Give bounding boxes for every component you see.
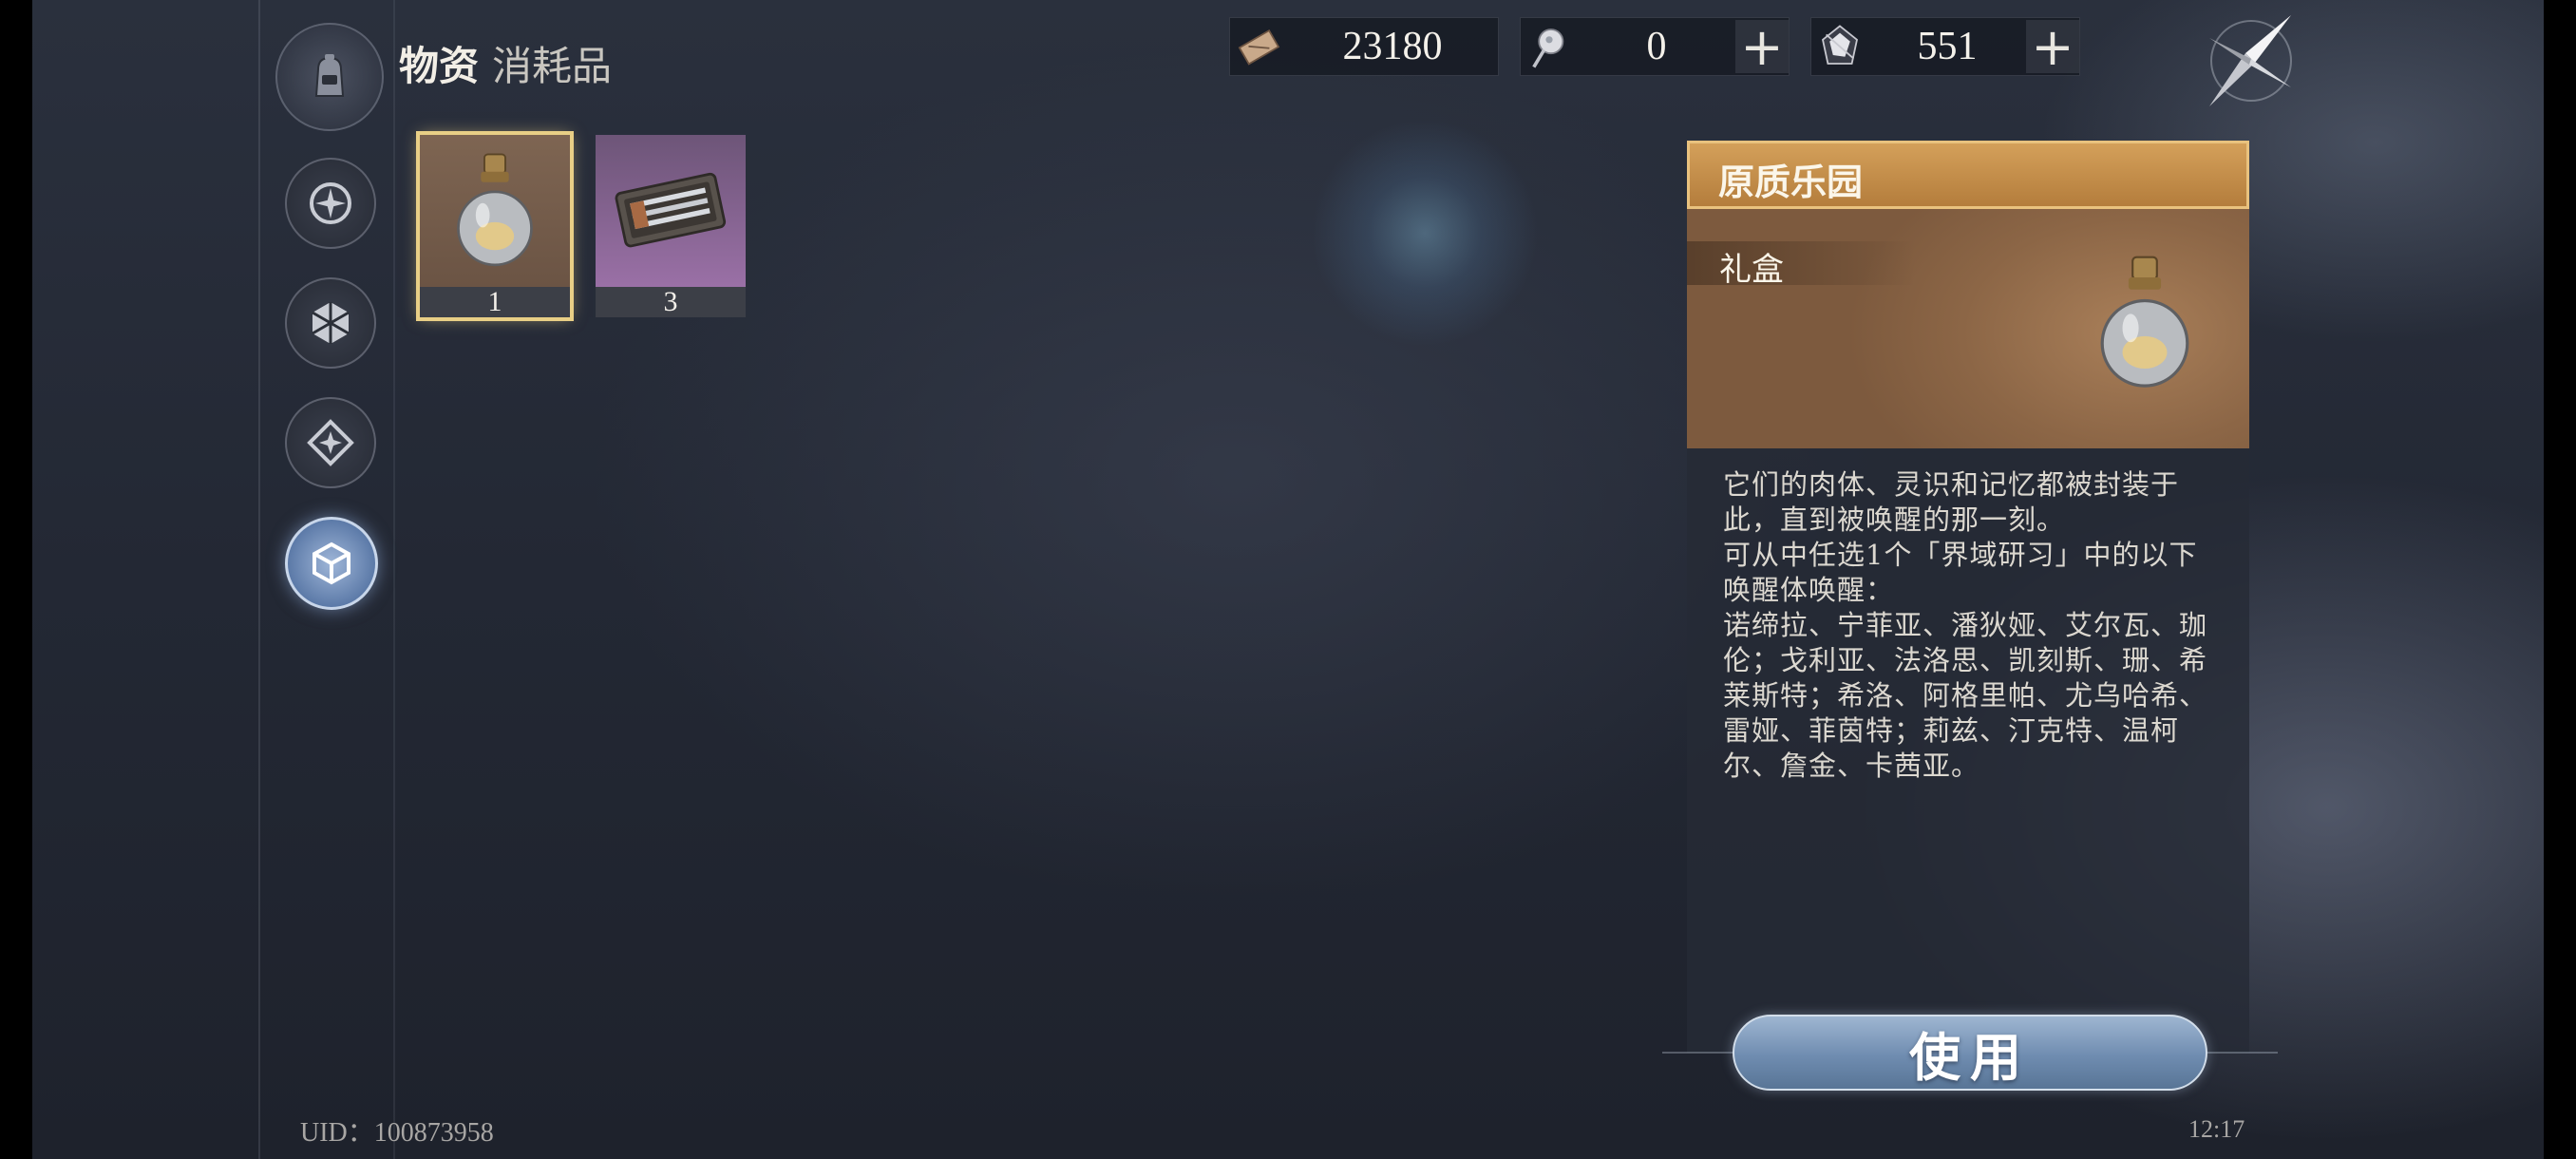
tool-case-icon bbox=[615, 172, 727, 248]
orb-key-icon bbox=[1521, 18, 1578, 75]
compass-rose-icon bbox=[310, 182, 351, 224]
page-title-main: 物资 bbox=[399, 43, 480, 89]
add-currency-button[interactable]: + bbox=[2026, 17, 2079, 77]
use-button[interactable]: 使用 bbox=[1662, 1009, 2278, 1096]
page-title-sub: 消耗品 bbox=[492, 43, 613, 89]
currency-value: 0 bbox=[1646, 25, 1667, 68]
floating-orb-decoration bbox=[1311, 119, 1539, 347]
sidebar-rail bbox=[258, 0, 260, 1159]
currency-crystal: 551 + bbox=[1810, 17, 2080, 77]
currency-orb-key: 0 + bbox=[1520, 17, 1790, 77]
crystal-icon bbox=[1811, 18, 1868, 75]
right-letterbox bbox=[2544, 0, 2576, 1159]
nav-consumable-button[interactable] bbox=[285, 517, 378, 610]
add-currency-button[interactable]: + bbox=[1735, 17, 1789, 77]
left-letterbox bbox=[0, 0, 32, 1159]
nav-all-button[interactable] bbox=[285, 158, 376, 249]
compass-icon[interactable] bbox=[2196, 10, 2301, 114]
hexagon-shard-icon bbox=[312, 302, 350, 344]
user-id: UID：100873958 bbox=[300, 1118, 494, 1148]
item-count: 1 bbox=[420, 287, 570, 317]
currency-value: 23180 bbox=[1342, 25, 1443, 68]
item-preview: 礼盒 bbox=[1687, 209, 2249, 448]
item-name-header: 原质乐园 bbox=[1687, 141, 2249, 209]
cube-icon bbox=[313, 542, 350, 585]
description-line: 诺缔拉、宁菲亚、潘狄娅、艾尔瓦、珈伦；戈利亚、法洛思、凯刻斯、珊、希莱斯特；希洛… bbox=[1723, 609, 2208, 782]
inventory-slot[interactable]: 3 bbox=[596, 135, 746, 317]
clock: 12:17 bbox=[2188, 1115, 2245, 1143]
nav-material-button[interactable] bbox=[285, 277, 376, 369]
flask-bottle-icon bbox=[2100, 256, 2189, 388]
description-line: 它们的肉体、灵识和记忆都被封装于此，直到被唤醒的那一刻。 bbox=[1723, 468, 2180, 536]
currency-value: 551 bbox=[1917, 25, 1978, 68]
backpack-icon[interactable] bbox=[275, 23, 384, 131]
description-line: 可从中任选1个「界域研习」中的以下唤醒体唤醒： bbox=[1723, 539, 2198, 606]
page-title: 物资 消耗品 bbox=[399, 34, 612, 92]
flask-bottle-icon bbox=[457, 153, 533, 267]
use-button-label: 使用 bbox=[1909, 1026, 2031, 1088]
item-detail-panel: 原质乐园 礼盒 它们的肉体、灵识和记忆都被封装于此，直到被唤醒的那一刻。 可从中… bbox=[1687, 141, 2249, 1053]
diamond-star-icon bbox=[307, 419, 354, 466]
inventory-slot[interactable]: 1 bbox=[416, 131, 574, 321]
item-type-tag: 礼盒 bbox=[1687, 241, 1915, 289]
sidebar-rail-inner bbox=[393, 0, 395, 1159]
item-description: 它们的肉体、灵识和记忆都被封装于此，直到被唤醒的那一刻。 可从中任选1个「界域研… bbox=[1723, 467, 2217, 784]
nav-upgrade-button[interactable] bbox=[285, 397, 376, 488]
ticket-icon bbox=[1230, 18, 1287, 75]
item-name: 原质乐园 bbox=[1718, 161, 1864, 203]
item-type: 礼盒 bbox=[1719, 251, 1784, 289]
item-count: 3 bbox=[596, 287, 746, 317]
currency-ticket: 23180 bbox=[1229, 17, 1499, 76]
